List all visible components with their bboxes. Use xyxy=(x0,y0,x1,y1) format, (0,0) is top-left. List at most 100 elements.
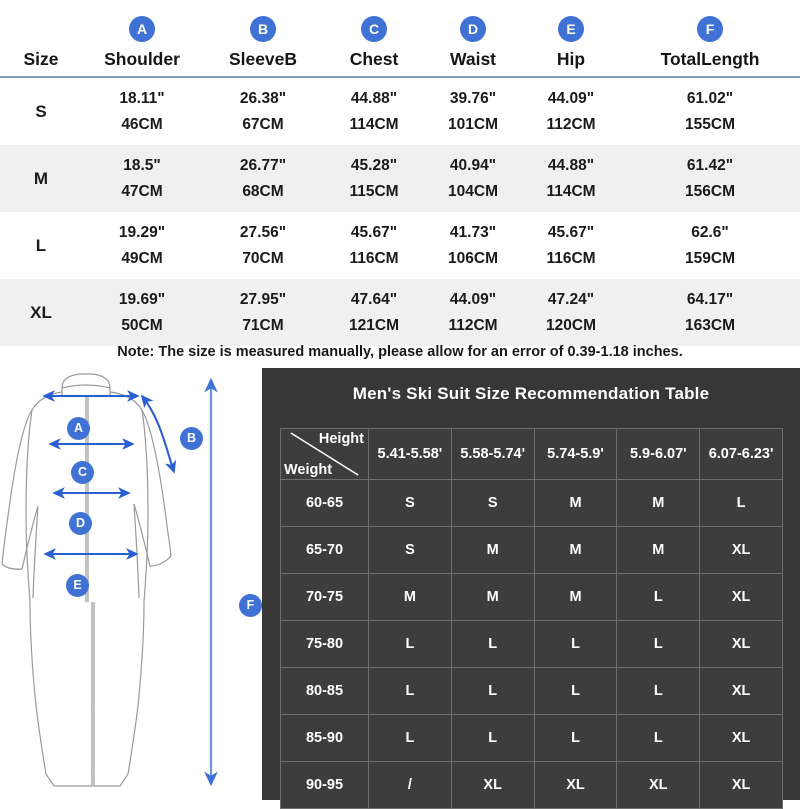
cell-sleeve: 27.95" 71CM xyxy=(202,279,324,346)
recommended-size: XL xyxy=(533,761,618,809)
badge-e-icon: E xyxy=(558,16,584,42)
column-header-sleeve: B SleeveB xyxy=(202,0,324,78)
badge-c-icon: C xyxy=(361,16,387,42)
weight-range-label: 85-90 xyxy=(280,714,369,762)
recommended-size: XL xyxy=(699,573,783,621)
height-range-5: 6.07-6.23' xyxy=(699,428,783,480)
height-range-3: 5.74-5.9' xyxy=(533,428,618,480)
diagram-badge-c: C xyxy=(71,461,94,484)
cell-waist: 44.09" 112CM xyxy=(424,279,522,346)
size-header-label: Size xyxy=(23,49,59,69)
recommended-size: / xyxy=(368,761,452,809)
recommended-size: M xyxy=(533,479,618,527)
cell-shoulder: 19.29" 49CM xyxy=(118,223,166,267)
column-header-total-length: F TotalLength xyxy=(620,0,800,78)
cell-total-length: 62.6" 159CM xyxy=(685,223,735,267)
recommended-size: L xyxy=(450,620,535,668)
recommendation-title: Men's Ski Suit Size Recommendation Table xyxy=(352,384,710,403)
column-label-total-length: TotalLength xyxy=(660,49,760,69)
column-label-shoulder: Shoulder xyxy=(104,49,180,69)
column-header-hip: E Hip xyxy=(522,0,620,78)
garment-measurement-diagram: A B C D E F xyxy=(0,366,262,800)
height-range-2: 5.58-5.74' xyxy=(450,428,535,480)
cell-hip: 47.24" 120CM xyxy=(522,279,620,346)
column-label-hip: Hip xyxy=(556,49,586,69)
recommended-size: L xyxy=(368,620,452,668)
cell-shoulder: 19.69" 50CM xyxy=(82,279,202,346)
weight-range-label: 65-70 xyxy=(280,526,369,574)
recommended-size: XL xyxy=(450,761,535,809)
row-size-label: XL xyxy=(0,279,82,346)
recommended-size: L xyxy=(368,714,452,762)
recommended-size: XL xyxy=(699,526,783,574)
cell-sleeve: 26.77" 68CM xyxy=(202,145,324,212)
recommendation-row: 65-70 S M M M XL xyxy=(280,526,783,574)
cell-waist: 41.73" 106CM xyxy=(448,223,498,267)
cell-chest: 44.88" 114CM xyxy=(349,89,399,133)
recommended-size: XL xyxy=(699,620,783,668)
recommended-size: L xyxy=(533,620,618,668)
diagram-badge-d: D xyxy=(69,512,92,535)
cell-total-length: 64.17" 163CM xyxy=(620,279,800,346)
recommendation-row: 85-90 L L L L XL xyxy=(280,714,783,762)
recommended-size: L xyxy=(533,714,618,762)
cell-hip: 44.88" 114CM xyxy=(522,145,620,212)
recommendation-table: Height Weight 5.41-5.58' 5.58-5.74' 5.74… xyxy=(280,428,783,809)
column-label-sleeve: SleeveB xyxy=(228,49,298,69)
measurement-note: Note: The size is measured manually, ple… xyxy=(117,344,683,360)
recommended-size: M xyxy=(533,526,618,574)
recommended-size: L xyxy=(450,714,535,762)
column-label-waist: Waist xyxy=(449,49,497,69)
table-row: L 19.29" 49CM 27.56" 70CM 45.67" 116CM 4… xyxy=(0,212,800,279)
size-measurement-table: Size A Shoulder B SleeveB C Chest D Wais… xyxy=(0,0,800,346)
size-table-header-row: Size A Shoulder B SleeveB C Chest D Wais… xyxy=(0,0,800,78)
arrow-sleeve xyxy=(140,394,177,474)
cell-shoulder: 18.5" 47CM xyxy=(82,145,202,212)
recommended-size: L xyxy=(533,667,618,715)
weight-range-label: 75-80 xyxy=(280,620,369,668)
measurement-arrows-icon xyxy=(42,377,218,787)
table-row: S 18.11" 46CM 26.38" 67CM 44.88" 114CM 3… xyxy=(0,77,800,145)
weight-range-label: 90-95 xyxy=(280,761,369,809)
cell-chest: 45.67" 116CM xyxy=(349,223,399,267)
corner-height-label: Height xyxy=(318,431,364,447)
recommended-size: XL xyxy=(699,761,783,809)
cell-chest: 45.28" 115CM xyxy=(324,145,424,212)
recommended-size: M xyxy=(450,573,535,621)
column-header-waist: D Waist xyxy=(424,0,522,78)
recommendation-row: 80-85 L L L L XL xyxy=(280,667,783,715)
recommended-size: XL xyxy=(616,761,701,809)
diagram-badge-f: F xyxy=(239,594,262,617)
cell-total-length: 61.42" 156CM xyxy=(620,145,800,212)
recommended-size: M xyxy=(616,479,701,527)
recommended-size: S xyxy=(368,479,452,527)
cell-sleeve: 26.38" 67CM xyxy=(239,89,287,133)
recommended-size: S xyxy=(368,526,452,574)
diagram-badge-e: E xyxy=(66,574,89,597)
recommended-size: XL xyxy=(699,667,783,715)
recommendation-row: 90-95 / XL XL XL XL xyxy=(280,761,783,809)
badge-a-icon: A xyxy=(129,16,155,42)
column-header-chest: C Chest xyxy=(324,0,424,78)
recommended-size: M xyxy=(533,573,618,621)
diagram-badge-b: B xyxy=(180,427,203,450)
badge-f-icon: F xyxy=(697,16,723,42)
recommendation-header-row: Height Weight 5.41-5.58' 5.58-5.74' 5.74… xyxy=(280,428,783,480)
row-size-label: S xyxy=(35,101,47,121)
cell-hip: 44.09" 112CM xyxy=(546,89,596,133)
recommended-size: L xyxy=(616,573,701,621)
recommendation-row: 70-75 M M M L XL xyxy=(280,573,783,621)
weight-range-label: 70-75 xyxy=(280,573,369,621)
table-row: M 18.5" 47CM 26.77" 68CM 45.28" 115CM 40… xyxy=(0,145,800,212)
recommended-size: L xyxy=(616,667,701,715)
weight-range-label: 80-85 xyxy=(280,667,369,715)
recommended-size: L xyxy=(616,620,701,668)
recommended-size: M xyxy=(450,526,535,574)
table-row: XL 19.69" 50CM 27.95" 71CM 47.64" 121CM … xyxy=(0,279,800,346)
recommendation-row: 60-65 S S M M L xyxy=(280,479,783,527)
height-range-4: 5.9-6.07' xyxy=(616,428,701,480)
column-label-chest: Chest xyxy=(349,49,399,69)
diagram-badge-a: A xyxy=(67,417,90,440)
recommended-size: L xyxy=(699,479,783,527)
recommended-size: XL xyxy=(699,714,783,762)
